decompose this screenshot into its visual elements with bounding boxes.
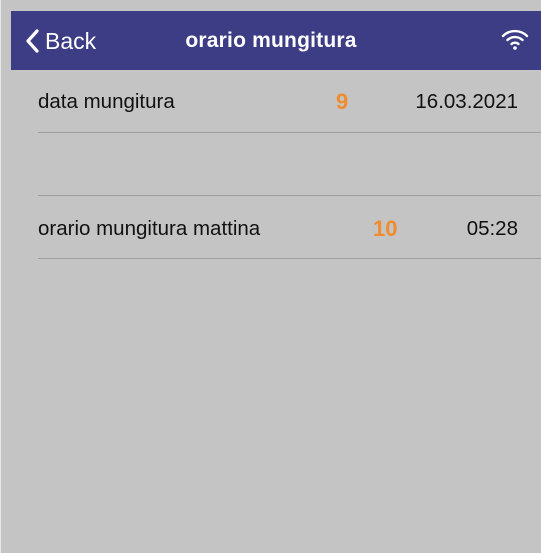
row-badge: 9 (336, 89, 349, 114)
list-item[interactable] (38, 134, 518, 194)
page-title: orario mungitura (185, 28, 357, 52)
back-button[interactable]: Back (25, 23, 96, 59)
row-label: data mungitura (38, 90, 175, 113)
back-label: Back (45, 27, 97, 54)
row-label: orario mungitura mattina (38, 217, 261, 240)
app-screen: Back orario mungitura data mungitura 9 1… (0, 0, 541, 553)
row-badge: 10 (373, 216, 398, 241)
divider (38, 195, 541, 196)
row-value[interactable]: 16.03.2021 (415, 72, 518, 132)
list-item[interactable]: data mungitura 9 16.03.2021 (38, 72, 518, 132)
wifi-icon (501, 27, 529, 51)
chevron-left-icon (25, 29, 39, 53)
row-value[interactable]: 05:28 (467, 199, 518, 259)
navigation-bar: Back orario mungitura (11, 11, 541, 70)
divider (38, 258, 541, 259)
divider (38, 132, 541, 133)
list-item[interactable]: orario mungitura mattina 10 05:28 (38, 199, 518, 259)
